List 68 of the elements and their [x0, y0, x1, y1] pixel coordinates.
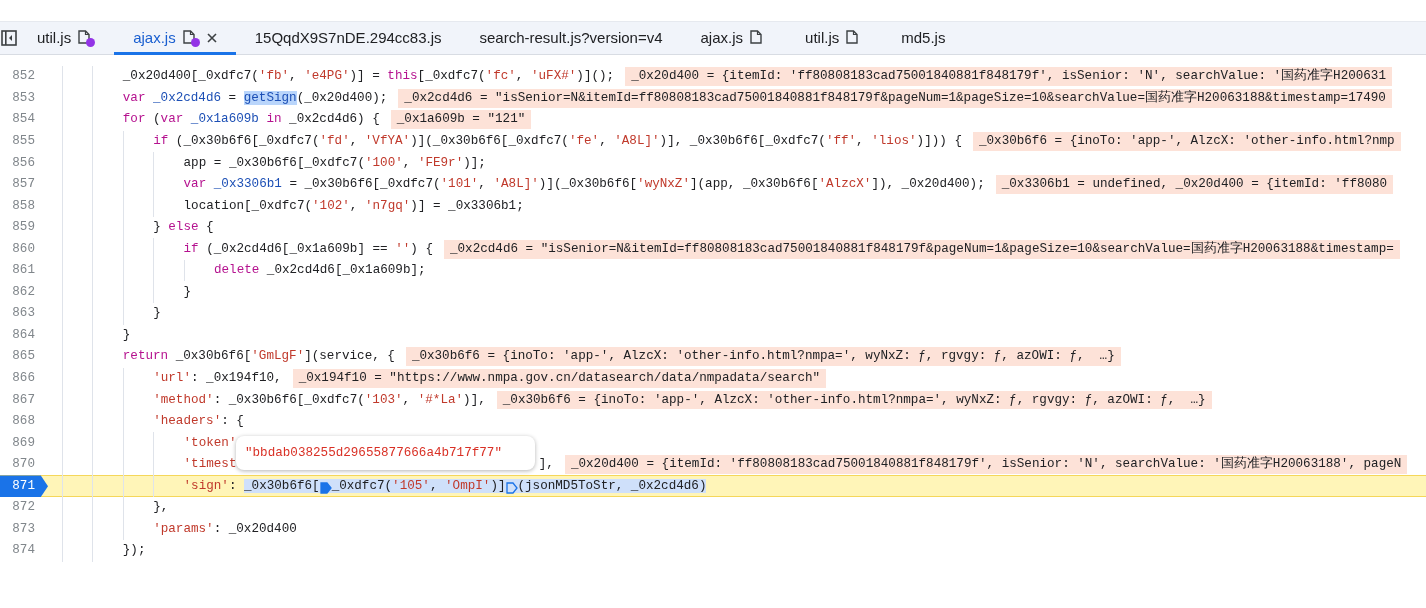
- code-text: }: [122, 326, 131, 344]
- inline-value: _0x194f10 = "https://www.nmpa.gov.cn/datasearch/data/nmpadata/search": [292, 369, 827, 388]
- line-number[interactable]: 852: [0, 66, 48, 88]
- code-text: 'token': [183, 434, 237, 452]
- file-tab[interactable]: ajax.js: [114, 21, 236, 55]
- file-tab[interactable]: 15QqdX9S7nDE.294cc83.js: [235, 21, 461, 55]
- line-number[interactable]: 867: [0, 389, 48, 411]
- line-number[interactable]: 868: [0, 410, 48, 433]
- line-number[interactable]: 853: [0, 87, 48, 110]
- code-text: if (_0x30b6f6[_0xdfc7('fd', 'VfYA')](_0x30b6f6[_0xdfc7('fe', 'A8L]')], _0x30b6f6[_0xdfc7('ff', 'lios')])) {: [153, 132, 962, 150]
- line-number[interactable]: 861: [0, 259, 48, 282]
- execution-line-number[interactable]: 871: [0, 475, 48, 497]
- code-text: delete _0x2cd4d6[_0x1a609b];: [213, 262, 426, 280]
- line-number[interactable]: 859: [0, 216, 48, 239]
- code-text: } else {: [153, 219, 214, 237]
- code-text: 'url': _0x194f10,: [153, 370, 282, 387]
- line-number[interactable]: 858: [0, 195, 48, 217]
- line-number[interactable]: 855: [0, 130, 48, 153]
- code-text: 'method': _0x30b6f6[_0xdfc7('103', '#*La')],: [153, 391, 486, 409]
- value-tooltip: "bbdab038255d29655877666a4b717f77": [236, 436, 535, 470]
- close-icon[interactable]: [206, 33, 217, 43]
- line-number[interactable]: 863: [0, 303, 48, 325]
- inline-value: _0x2cd4d6 = "isSenior=N&itemId=ff80808183cad75001840881f848179f&pageNum=1&pageSize=10&searchValue=国药准字H20063188&timestamp=17490: [398, 88, 1392, 108]
- code-text: return _0x30b6f6['GmLgF'](service, {: [122, 348, 395, 366]
- code-text: _0xdfc7('105', 'OmpI')]: [331, 477, 506, 495]
- code-text: if (_0x2cd4d6[_0x1a609b] == '') {: [183, 240, 433, 258]
- line-number[interactable]: 860: [0, 238, 48, 260]
- inline-value: _0x20d400 = {itemId: 'ff80808183cad75001840881f848179f', isSenior: 'N', searchValue: '国药准字H200631: [625, 67, 1392, 87]
- code-text: },: [153, 499, 169, 517]
- code-text: (jsonMD5ToStr, _0x2cd4d6): [517, 477, 707, 495]
- file-tab[interactable]: util.js: [786, 21, 883, 55]
- line-number[interactable]: 862: [0, 281, 48, 303]
- line-number[interactable]: 873: [0, 518, 48, 541]
- code-text: var _0x2cd4d6 = getSign(_0x20d400);: [122, 89, 388, 107]
- code-text: _0x20d400[_0xdfc7('fb', 'e4PG')] = this[_0xdfc7('fc', 'uFX#')]();: [122, 68, 615, 86]
- code-text: 'params': _0x20d400: [153, 520, 297, 538]
- line-number[interactable]: 865: [0, 346, 48, 368]
- line-number[interactable]: 872: [0, 496, 48, 519]
- file-tab[interactable]: ajax.js: [681, 21, 787, 55]
- line-number[interactable]: 874: [0, 540, 48, 562]
- file-tab[interactable]: md5.js: [882, 21, 965, 55]
- line-number[interactable]: 866: [0, 367, 48, 390]
- code-text: 'timest: [183, 456, 237, 474]
- inline-value: _0x30b6f6 = {inoTo: 'app-', AlzcX: 'other-info.html?nmpa=', wyNxZ: ƒ, rgvgy: ƒ, azOWI: ƒ, …}: [405, 347, 1121, 367]
- file-tab[interactable]: util.js: [18, 21, 115, 55]
- inline-value: _0x2cd4d6 = "isSenior=N&itemId=ff80808183cad75001840881f848179f&pageNum=1&pageSize=10&searchValue=国药准字H20063188&timestamp=: [444, 239, 1400, 259]
- code-text: var _0x3306b1 = _0x30b6f6[_0xdfc7('101', 'A8L]')](_0x30b6f6['wyNxZ'](app, _0x30b6f6['AlzcX']), _0x20d400);: [183, 176, 985, 194]
- code-text: app = _0x30b6f6[_0xdfc7('100', 'FE9r')];: [183, 154, 486, 172]
- file-tab[interactable]: search-result.js?version=v4: [460, 21, 682, 55]
- inline-value: _0x30b6f6 = {inoTo: 'app-', AlzcX: 'other-info.html?nmp: [972, 131, 1401, 151]
- code-text: 'headers': {: [153, 413, 244, 431]
- line-number[interactable]: 864: [0, 324, 48, 347]
- line-number[interactable]: 856: [0, 152, 48, 174]
- inline-value: _0x3306b1 = undefined, _0x20d400 = {itemId: 'ff8080: [995, 175, 1394, 194]
- code-text: });: [122, 542, 146, 560]
- line-number[interactable]: 870: [0, 453, 48, 476]
- line-number[interactable]: 857: [0, 173, 48, 196]
- code-text: for (var _0x1a609b in _0x2cd4d6) {: [122, 111, 380, 129]
- inline-value: _0x1a609b = "121": [390, 110, 532, 130]
- line-number[interactable]: 869: [0, 432, 48, 454]
- code-text: ],: [538, 456, 554, 474]
- code-text: 'sign': _0x30b6f6[: [183, 477, 320, 495]
- code-text: location[_0xdfc7('102', 'n7gq')] = _0x3306b1;: [183, 197, 524, 215]
- line-number[interactable]: 854: [0, 109, 48, 131]
- code-text: }: [183, 283, 192, 301]
- inline-value: _0x30b6f6 = {inoTo: 'app-', AlzcX: 'other-info.html?nmpa=', wyNxZ: ƒ, rgvgy: ƒ, azOWI: ƒ, …}: [496, 390, 1212, 410]
- code-text: }: [153, 305, 161, 323]
- inline-value: _0x20d400 = {itemId: 'ff80808183cad75001840881f848179f', isSenior: 'N', searchValue: '国药准字H20063188', pageN: [564, 455, 1408, 475]
